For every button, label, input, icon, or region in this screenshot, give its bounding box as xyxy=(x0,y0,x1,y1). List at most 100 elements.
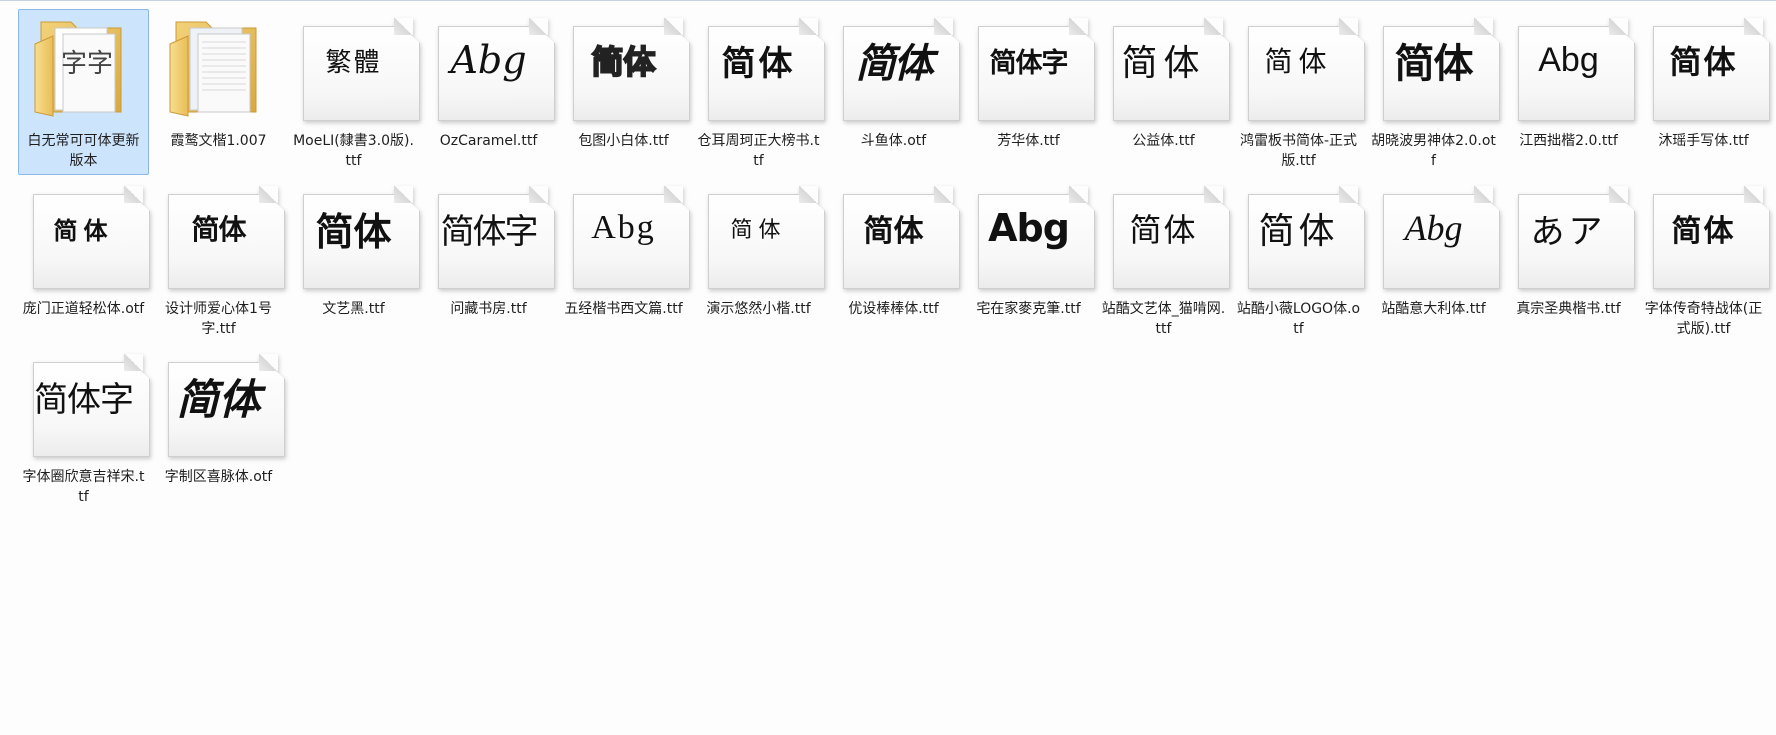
file-item[interactable]: 简体字 问藏书房.ttf xyxy=(423,177,555,343)
font-preview-sample: 简体 xyxy=(53,216,114,245)
file-item[interactable]: 简体 优设棒棒体.ttf xyxy=(828,177,960,343)
file-thumbnail: 简体 xyxy=(1639,10,1770,122)
file-thumbnail: 简体 xyxy=(1234,178,1365,290)
file-name-label: 站酷小薇LOGO体.otf xyxy=(1236,301,1361,337)
font-preview-sample: 简体字 xyxy=(989,47,1069,79)
file-thumbnail: 简体字 xyxy=(424,178,555,290)
file-thumbnail: Abg xyxy=(964,178,1095,290)
file-name-label: 胡晓波男神体2.0.otf xyxy=(1371,133,1496,169)
file-name-label: 演示悠然小楷.ttf xyxy=(706,301,811,317)
font-preview-sample: 简体 xyxy=(1264,45,1333,78)
file-name-label: 站酷文艺体_猫啃网.ttf xyxy=(1101,301,1226,337)
file-thumbnail: 简体 xyxy=(19,178,150,290)
file-item[interactable]: あア 真宗圣典楷书.ttf xyxy=(1503,177,1635,343)
font-preview-sample: 简体 xyxy=(1394,41,1474,87)
file-item[interactable]: 简体 胡晓波男神体2.0.otf xyxy=(1368,9,1500,175)
file-name-label: 设计师爱心体1号字.ttf xyxy=(165,301,272,337)
file-grid: 字字 白无常可可体更新版本 霞鹜文楷1.007 繁體 MoeLI(隸書3.0版)… xyxy=(18,9,1776,513)
font-preview-sample: 简体 xyxy=(315,209,392,254)
folder-thumbnail: 字字 xyxy=(19,10,148,122)
file-thumbnail: 简体字 xyxy=(964,10,1095,122)
file-item[interactable]: Abg 五经楷书西文篇.ttf xyxy=(558,177,690,343)
file-thumbnail: 简体 xyxy=(154,346,285,458)
file-item[interactable]: 简体字 芳华体.ttf xyxy=(963,9,1095,175)
file-item[interactable]: 简体 字制区喜脉体.otf xyxy=(153,345,285,511)
font-preview-sample: 简体 xyxy=(721,43,796,84)
file-name-label: 公益体.ttf xyxy=(1132,133,1195,149)
file-name-label: 芳华体.ttf xyxy=(997,133,1060,149)
file-name-label: 字制区喜脉体.otf xyxy=(164,469,273,485)
font-preview-sample: 简体 xyxy=(176,374,261,424)
font-preview-sample: 简体 xyxy=(730,218,787,243)
file-item[interactable]: 简体 鸿雷板书简体-正式版.ttf xyxy=(1233,9,1365,175)
font-preview-sample: Abg xyxy=(591,209,656,246)
folder-item[interactable]: 字字 白无常可可体更新版本 xyxy=(18,9,149,175)
file-name-label: 包图小白体.ttf xyxy=(578,133,669,149)
file-item[interactable]: 简体 斗鱼体.otf xyxy=(828,9,960,175)
file-name-label: 江西拙楷2.0.ttf xyxy=(1519,133,1618,149)
file-name-label: OzCaramel.ttf xyxy=(439,133,538,149)
file-item[interactable]: 简体 设计师爱心体1号字.ttf xyxy=(153,177,285,343)
file-item[interactable]: 简体 演示悠然小楷.ttf xyxy=(693,177,825,343)
file-thumbnail: 简体 xyxy=(154,178,285,290)
file-thumbnail: 简体 xyxy=(1234,10,1365,122)
folder-icon xyxy=(169,21,257,117)
file-name-label: 庞门正道轻松体.otf xyxy=(22,301,145,317)
svg-text:字字: 字字 xyxy=(61,49,113,79)
file-item[interactable]: Abg 宅在家麥克筆.ttf xyxy=(963,177,1095,343)
file-item[interactable]: 简体 沐瑶手写体.ttf xyxy=(1638,9,1770,175)
file-item[interactable]: 简体 仓耳周珂正大榜书.ttf xyxy=(693,9,825,175)
font-preview-sample: Abg xyxy=(1538,40,1599,79)
file-thumbnail: 简体 xyxy=(559,10,690,122)
file-item[interactable]: 繁體 MoeLI(隸書3.0版).ttf xyxy=(288,9,420,175)
file-item[interactable]: Abg 江西拙楷2.0.ttf xyxy=(1503,9,1635,175)
file-name-label: 字体传奇特战体(正式版).ttf xyxy=(1644,301,1763,337)
file-item[interactable]: 简体 文艺黑.ttf xyxy=(288,177,420,343)
file-thumbnail: 简体 xyxy=(1369,10,1500,122)
file-item[interactable]: 简体 公益体.ttf xyxy=(1098,9,1230,175)
font-preview-sample: Abg xyxy=(988,206,1070,250)
font-preview-sample: あア xyxy=(1530,211,1607,252)
folder-item[interactable]: 霞鹜文楷1.007 xyxy=(153,9,284,175)
file-item[interactable]: Abg 站酷意大利体.ttf xyxy=(1368,177,1500,343)
font-preview-sample: 简体 xyxy=(855,41,934,87)
folder-thumbnail xyxy=(154,10,283,122)
folder-icon: 字字 xyxy=(34,21,122,117)
file-thumbnail: 简体 xyxy=(694,178,825,290)
font-preview-sample: 简体字 xyxy=(440,211,539,252)
font-preview-sample: 简体 xyxy=(1669,43,1738,81)
file-thumbnail: 简体 xyxy=(1099,178,1230,290)
font-preview-sample: 繁體 xyxy=(325,47,382,78)
file-thumbnail: Abg xyxy=(1504,10,1635,122)
file-thumbnail: Abg xyxy=(1369,178,1500,290)
file-thumbnail: あア xyxy=(1504,178,1635,290)
font-preview-sample: Abg xyxy=(450,38,527,82)
font-preview-sample: 简体字 xyxy=(34,379,134,420)
file-name-label: 宅在家麥克筆.ttf xyxy=(976,301,1081,317)
file-item[interactable]: Abg OzCaramel.ttf xyxy=(423,9,555,175)
file-thumbnail: 简体 xyxy=(694,10,825,122)
file-name-label: 斗鱼体.otf xyxy=(860,133,927,149)
file-name-label: 字体圈欣意吉祥宋.ttf xyxy=(22,469,145,505)
file-item[interactable]: 简体 站酷小薇LOGO体.otf xyxy=(1233,177,1365,343)
window-top-border xyxy=(0,0,1776,1)
file-name-label: 优设棒棒体.ttf xyxy=(848,301,939,317)
file-item[interactable]: 简体 字体传奇特战体(正式版).ttf xyxy=(1638,177,1770,343)
file-name-label: 问藏书房.ttf xyxy=(450,301,527,317)
file-thumbnail: 简体字 xyxy=(19,346,150,458)
file-item[interactable]: 简体 包图小白体.ttf xyxy=(558,9,690,175)
font-preview-sample: 简体 xyxy=(191,213,246,246)
file-name-label: 五经楷书西文篇.ttf xyxy=(564,301,683,317)
file-name-label: MoeLI(隸書3.0版).ttf xyxy=(293,133,414,169)
font-preview-sample: 简体 xyxy=(863,214,924,249)
font-preview-sample: 简体 xyxy=(1671,214,1736,249)
file-item[interactable]: 简体字 字体圈欣意吉祥宋.ttf xyxy=(18,345,150,511)
file-item[interactable]: 简体 站酷文艺体_猫啃网.ttf xyxy=(1098,177,1230,343)
file-name-label: 鸿雷板书简体-正式版.ttf xyxy=(1239,133,1358,169)
file-thumbnail: Abg xyxy=(559,178,690,290)
file-item[interactable]: 简体 庞门正道轻松体.otf xyxy=(18,177,150,343)
file-thumbnail: Abg xyxy=(424,10,555,122)
file-name-label: 站酷意大利体.ttf xyxy=(1381,301,1486,317)
folder-name-label: 白无常可可体更新版本 xyxy=(27,133,140,169)
file-name-label: 沐瑶手写体.ttf xyxy=(1658,133,1749,149)
